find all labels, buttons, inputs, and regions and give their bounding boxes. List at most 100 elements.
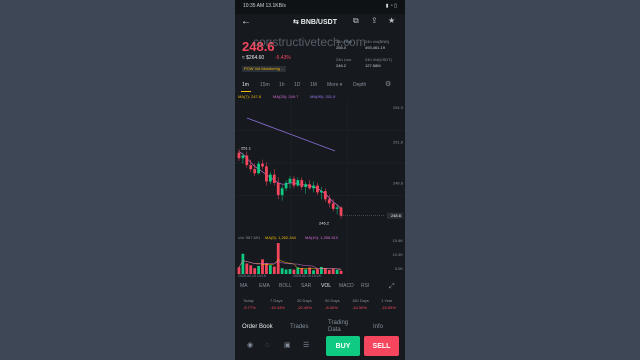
candle-body xyxy=(308,184,312,189)
candle-body xyxy=(296,180,300,186)
volume-bar xyxy=(327,270,331,274)
volume-tick-label: 5.0K xyxy=(395,266,404,271)
indicator-sar[interactable]: SAR xyxy=(301,284,311,289)
tab-1d[interactable]: 1D xyxy=(294,83,300,88)
volume-bar xyxy=(276,243,280,274)
indicator-ma[interactable]: MA xyxy=(240,284,248,289)
tab-15m[interactable]: 15m xyxy=(260,83,270,88)
indicator-macd[interactable]: MACD xyxy=(339,284,354,289)
volume-bar xyxy=(288,269,292,274)
y-tick-label: 251.8 xyxy=(393,139,404,144)
tab-trading-data[interactable]: Trading Data xyxy=(328,320,356,333)
price-chart[interactable]: 254.3251.8248.8246.3251.1246.2248.615.8K… xyxy=(235,98,405,278)
sell-button[interactable]: SELL xyxy=(364,336,399,356)
tab-order-book[interactable]: Order Book xyxy=(242,324,273,330)
candle-body xyxy=(323,191,327,200)
indicator-ema[interactable]: EMA xyxy=(259,284,270,289)
volume-bar xyxy=(245,263,249,274)
candle-body xyxy=(327,199,331,204)
nav-more-icon[interactable]: ☰ xyxy=(303,342,309,349)
tab-trades[interactable]: Trades xyxy=(290,324,308,330)
volume-bar xyxy=(323,268,327,274)
volume-ma10: MA(10): 1,306.510 xyxy=(305,235,339,240)
stat-label: 24h Vol(USDT) xyxy=(365,57,392,62)
volume-bar xyxy=(280,268,284,274)
tab-info[interactable]: Info xyxy=(373,324,383,330)
price-change: -5.43% xyxy=(275,55,291,61)
volume-bar xyxy=(268,265,272,274)
candle-body xyxy=(249,165,253,170)
candle-body xyxy=(245,155,249,166)
y-tick-label: 248.8 xyxy=(393,180,404,185)
candle-body xyxy=(304,184,308,187)
tab-1m[interactable]: 1m xyxy=(242,83,249,88)
stat-value: 127.58M xyxy=(365,63,381,68)
tab-more[interactable]: More ▾ xyxy=(327,83,342,88)
candle-body xyxy=(257,163,260,174)
high-annotation: 251.1 xyxy=(241,145,252,150)
timeframe-bar: 1m 15m 1h 1D 1M More ▾ Depth ⚙ xyxy=(235,80,405,92)
indicator-rsi[interactable]: RSI xyxy=(361,284,369,289)
volume-legend: Vol: 967.691 xyxy=(238,235,261,240)
indicator-boll[interactable]: BOLL xyxy=(279,284,292,289)
x-tick-label: 2025-02-15 10:15 xyxy=(238,274,266,278)
tab-1mo[interactable]: 1M xyxy=(310,83,317,88)
current-price-label: 248.6 xyxy=(391,213,402,218)
star-icon[interactable]: ★ xyxy=(388,17,395,25)
perf-value: -16.90% xyxy=(352,305,367,310)
buy-button[interactable]: BUY xyxy=(326,336,360,356)
candle-body xyxy=(237,152,241,159)
status-icons: ▮ ◔ ▯ xyxy=(385,3,397,9)
back-arrow-icon[interactable]: ← xyxy=(241,17,251,27)
candle-body xyxy=(331,203,335,209)
perf-label: 1 Year xyxy=(381,298,393,303)
candle-body xyxy=(272,174,276,183)
volume-bar xyxy=(241,253,245,274)
volume-bar xyxy=(257,265,260,274)
perf-value: -19.43% xyxy=(270,305,285,310)
bottom-bar: ◉ ◌ ▣ ☰ BUY SELL xyxy=(235,334,405,360)
perf-label: Today xyxy=(243,298,254,303)
candle-body xyxy=(261,163,264,167)
share-icon[interactable]: ⇪ xyxy=(371,17,378,25)
perf-label: 7 Days xyxy=(270,298,283,303)
volume-bar xyxy=(265,263,268,274)
candle-body xyxy=(288,178,292,183)
candle-body xyxy=(241,155,245,159)
volume-ma10-line xyxy=(238,260,342,270)
perf-label: 90 Days xyxy=(325,298,340,303)
nav-home-icon[interactable]: ◉ xyxy=(247,342,253,349)
chart-icon[interactable]: ⧉ xyxy=(353,17,359,25)
perf-value: -8.40% xyxy=(325,305,338,310)
selected-tab-underline xyxy=(241,91,251,92)
indicator-vol[interactable]: VOL xyxy=(321,284,331,289)
y-tick-label: 254.3 xyxy=(393,105,404,110)
tag-row[interactable]: POW Vol Monitoring ... xyxy=(242,66,287,72)
candle-body xyxy=(292,178,296,186)
volume-bar xyxy=(249,265,253,274)
nav-grid-icon[interactable]: ▣ xyxy=(284,342,291,349)
low-annotation: 246.2 xyxy=(319,220,330,225)
candle-body xyxy=(280,188,284,196)
settings-icon[interactable]: ⚙ xyxy=(385,81,391,88)
volume-bar xyxy=(335,269,339,274)
candle-body xyxy=(335,207,339,209)
tab-depth[interactable]: Depth xyxy=(353,83,366,88)
candle-body xyxy=(300,180,304,187)
volume-ma5-line xyxy=(238,259,342,270)
perf-label: 180 Days xyxy=(352,298,369,303)
stat-value: 493,461.19 xyxy=(365,45,386,50)
candle-body xyxy=(253,169,257,174)
perf-value: -15.65% xyxy=(381,305,396,310)
tab-1h[interactable]: 1h xyxy=(279,83,285,88)
volume-bar xyxy=(261,259,264,274)
fullscreen-icon[interactable]: ⤢ xyxy=(389,283,395,290)
volume-bar xyxy=(237,267,241,274)
perf-value: -5.77% xyxy=(243,305,256,310)
pair-title[interactable]: ⇆ BNB/USDT xyxy=(293,19,337,26)
volume-tick-label: 15.8K xyxy=(393,238,404,243)
volume-bar xyxy=(284,269,288,274)
nav-alert-icon[interactable]: ◌ xyxy=(265,342,269,349)
pair-header: ← ⇆ BNB/USDT ⧉ ⇪ ★ xyxy=(235,14,405,32)
volume-bar xyxy=(339,270,343,274)
